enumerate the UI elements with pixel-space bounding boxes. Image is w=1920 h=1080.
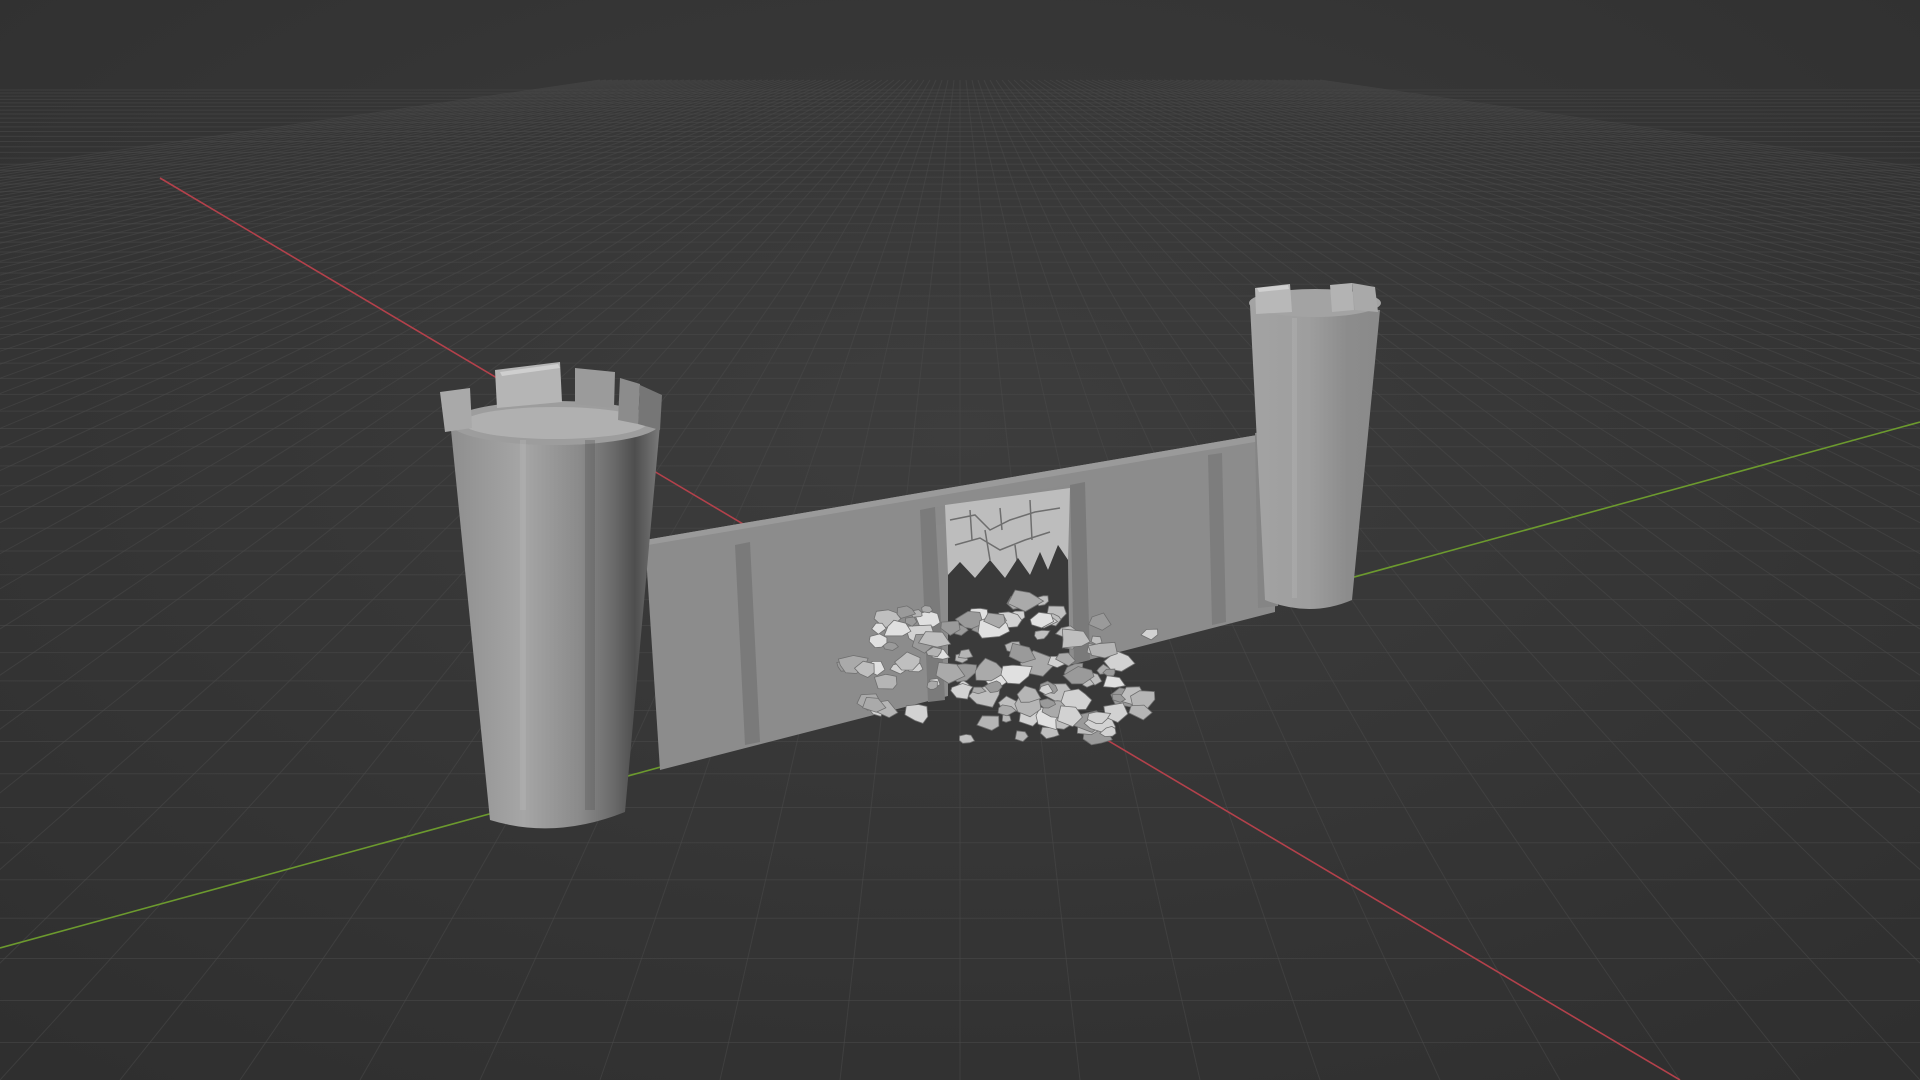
3d-viewport[interactable]: [0, 0, 1920, 1080]
rubble-stone: [926, 680, 938, 690]
viewport-canvas[interactable]: [0, 0, 1920, 1080]
rubble-stone: [873, 673, 898, 690]
